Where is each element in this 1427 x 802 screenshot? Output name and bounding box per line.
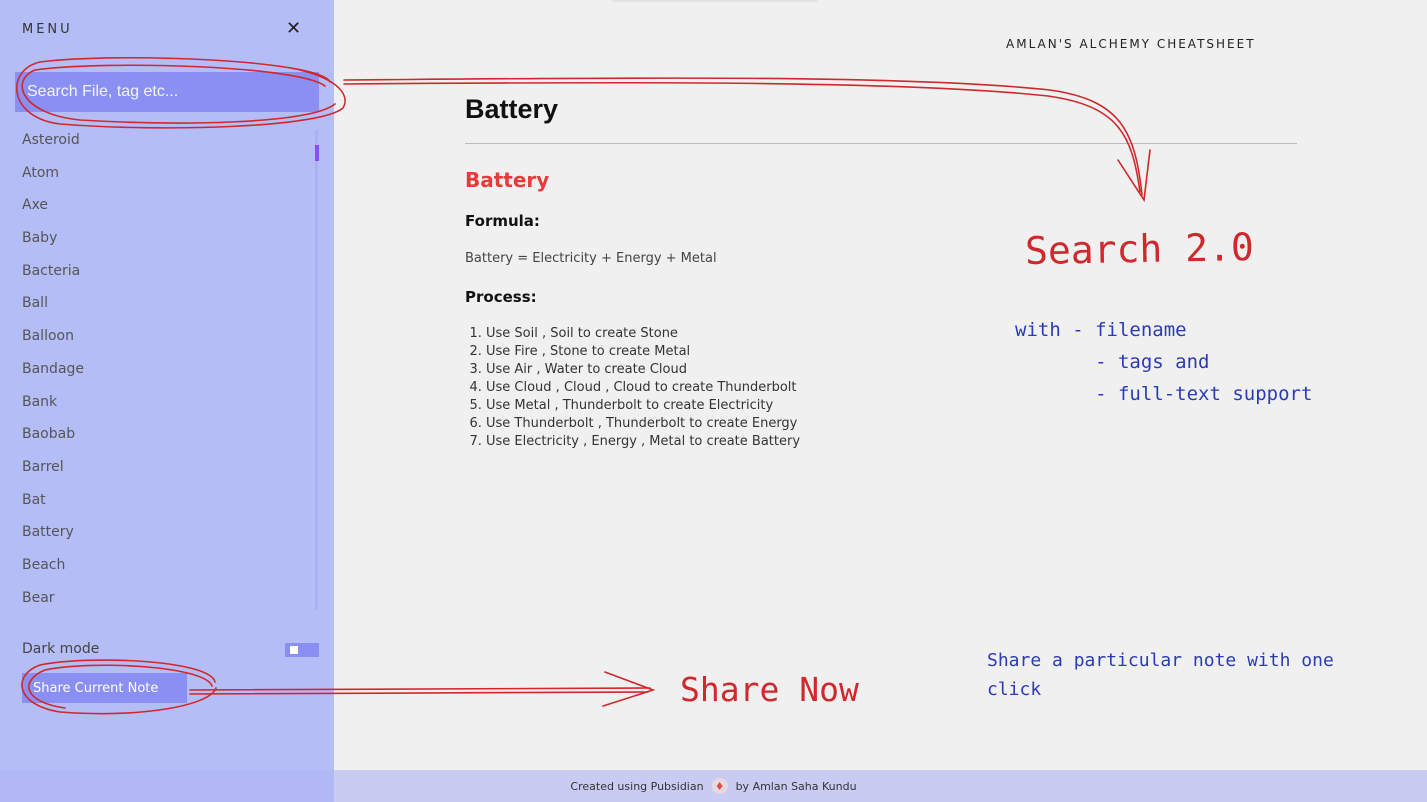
footer-sidebar-segment: [0, 770, 334, 802]
process-step: Use Electricity , Energy , Metal to crea…: [486, 433, 800, 451]
pubsidian-logo-icon: [711, 778, 728, 794]
file-list-item[interactable]: Balloon: [0, 320, 320, 353]
process-step: Use Fire , Stone to create Metal: [486, 343, 800, 361]
search-input[interactable]: [15, 72, 319, 112]
formula-text: Battery = Electricity + Energy + Metal: [465, 251, 717, 266]
top-divider: [612, 0, 817, 2]
process-steps: Use Soil , Soil to create StoneUse Fire …: [486, 325, 800, 451]
process-label: Process:: [465, 288, 537, 306]
file-list-item[interactable]: Bandage: [0, 353, 320, 386]
note-heading: Battery: [465, 168, 550, 192]
file-list-item[interactable]: Battery: [0, 516, 320, 549]
file-list-item[interactable]: Baby: [0, 222, 320, 255]
toggle-knob: [290, 646, 298, 654]
file-list-item[interactable]: Bacteria: [0, 255, 320, 288]
process-step: Use Air , Water to create Cloud: [486, 361, 800, 379]
search-arrow-line-2: [343, 81, 1141, 193]
file-list: Asteroid Atom Axe Baby Bacteria Ball Balloon Ba…: [0, 124, 320, 614]
dark-mode-toggle[interactable]: [285, 643, 319, 657]
file-list-item[interactable]: Bat: [0, 484, 320, 517]
annotation-search-features: with - filename - tags and - full-text s…: [1015, 319, 1313, 405]
dark-mode-label: Dark mode: [22, 641, 100, 657]
scrollbar-thumb[interactable]: [315, 145, 319, 161]
footer-created-text[interactable]: Created using Pubsidian: [570, 780, 703, 793]
file-list-item[interactable]: Bank: [0, 386, 320, 419]
page-title: Battery: [465, 94, 559, 124]
search-arrowhead: [1117, 149, 1151, 203]
process-step: Use Cloud , Cloud , Cloud to create Thun…: [486, 379, 800, 397]
share-current-note-button[interactable]: Share Current Note: [22, 673, 187, 703]
file-list-item[interactable]: Ball: [0, 287, 320, 320]
process-step: Use Metal , Thunderbolt to create Electr…: [486, 397, 800, 415]
site-title[interactable]: AMLAN'S ALCHEMY CHEATSHEET: [1006, 37, 1256, 51]
annotation-search-title: Search 2.0: [1024, 225, 1255, 273]
file-list-item[interactable]: Bear: [0, 582, 320, 615]
annotation-share-title: Share Now: [680, 670, 859, 709]
footer-author-text[interactable]: by Amlan Saha Kundu: [736, 780, 857, 793]
file-list-item[interactable]: Barrel: [0, 451, 320, 484]
file-list-item[interactable]: Baobab: [0, 418, 320, 451]
file-list-item[interactable]: Beach: [0, 549, 320, 582]
share-arrowhead: [602, 671, 656, 707]
title-divider: [465, 143, 1297, 144]
process-step: Use Thunderbolt , Thunderbolt to create …: [486, 415, 800, 433]
scrollbar-track[interactable]: [315, 130, 318, 610]
menu-title: MENU: [22, 22, 73, 37]
file-list-item[interactable]: Atom: [0, 157, 320, 190]
close-icon[interactable]: ✕: [286, 18, 301, 39]
file-list-item[interactable]: Asteroid: [0, 124, 320, 157]
annotation-share-desc: Share a particular note with one click: [987, 650, 1334, 700]
formula-label: Formula:: [465, 212, 540, 230]
search-arrow-line: [343, 77, 1143, 196]
file-list-item[interactable]: Axe: [0, 189, 320, 222]
process-step: Use Soil , Soil to create Stone: [486, 325, 800, 343]
sidebar: MENU ✕ AsteroidAtomAxeBabyBacteriaBallBa…: [0, 0, 334, 770]
